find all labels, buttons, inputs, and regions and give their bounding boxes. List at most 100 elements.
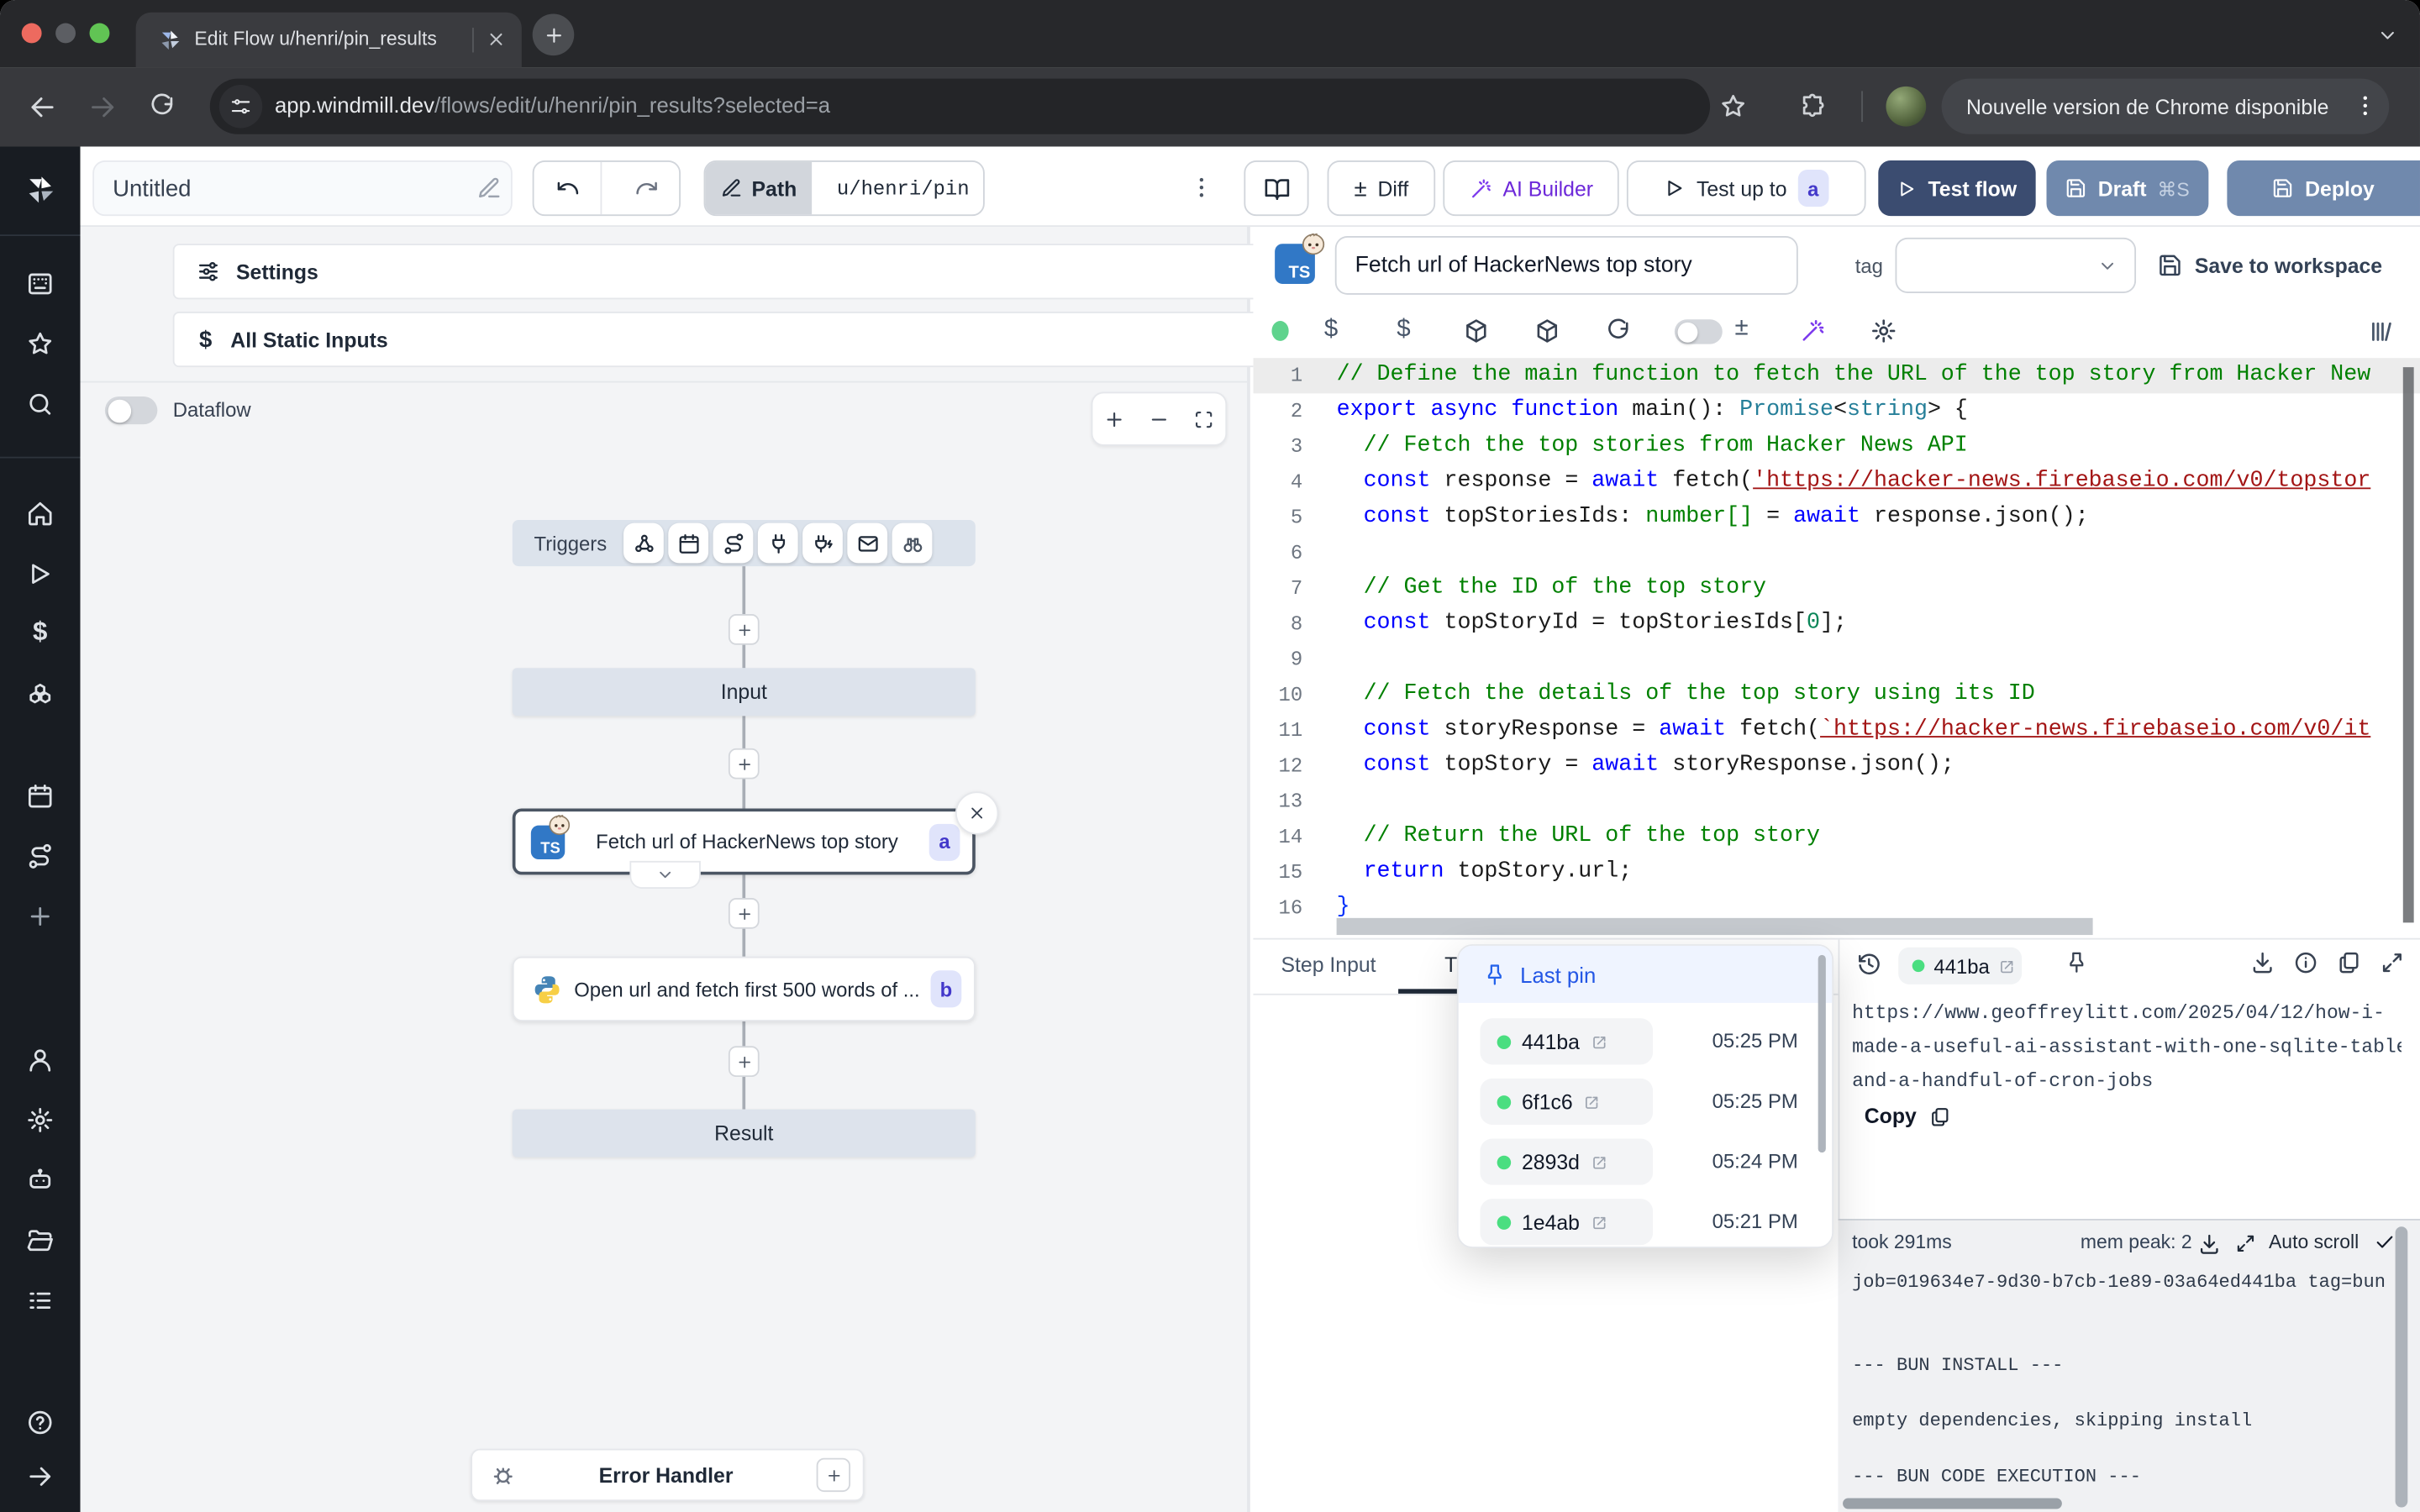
code-line[interactable]: 5 const topStoriesIds: number[] = await …	[1253, 500, 2420, 535]
code-line[interactable]: 11 const storyResponse = await fetch(`ht…	[1253, 713, 2420, 748]
avatar[interactable]	[1886, 87, 1926, 127]
code-line[interactable]: 6	[1253, 535, 2420, 570]
tag-select[interactable]	[1896, 238, 2137, 293]
add-step-button[interactable]	[729, 748, 760, 780]
ai-builder-button[interactable]: AI Builder	[1443, 160, 1618, 216]
sidebar-item-folders[interactable]	[26, 1226, 54, 1254]
traffic-zoom-button[interactable]	[90, 24, 110, 44]
kafka-trigger-icon[interactable]	[802, 523, 843, 564]
undo-button[interactable]	[534, 162, 602, 214]
flow-settings-button[interactable]: Settings	[173, 244, 1317, 299]
pin-id-badge[interactable]: 441ba	[1480, 1018, 1653, 1064]
result-info-icon[interactable]	[2293, 950, 2317, 974]
bookmark-star-icon[interactable]	[1719, 92, 1747, 120]
editor-vscrollbar[interactable]	[2403, 367, 2414, 922]
pin-dropdown-scrollbar[interactable]	[1818, 955, 1826, 1152]
code-line[interactable]: 12 const topStory = await storyResponse.…	[1253, 748, 2420, 784]
browser-menu-icon[interactable]	[2352, 92, 2378, 118]
add-error-handler-button[interactable]	[817, 1458, 850, 1492]
windmill-logo-icon[interactable]	[24, 173, 57, 207]
sidebar-item-settings[interactable]	[26, 1106, 54, 1134]
history-icon[interactable]	[1857, 952, 1881, 976]
expand-logs-icon[interactable]	[2235, 1233, 2257, 1255]
code-line[interactable]: 1// Define the main function to fetch th…	[1253, 358, 2420, 393]
code-editor[interactable]: 1// Define the main function to fetch th…	[1253, 358, 2420, 938]
resources-icon[interactable]: $	[1397, 317, 1410, 344]
tab-step-input[interactable]: Step Input	[1281, 953, 1376, 977]
download-logs-icon[interactable]	[2198, 1233, 2222, 1257]
site-settings-icon[interactable]	[230, 96, 252, 118]
remove-node-button[interactable]	[955, 791, 998, 834]
sidebar-item-workspace[interactable]	[26, 270, 54, 297]
http-route-trigger-icon[interactable]	[713, 523, 754, 564]
code-line[interactable]: 7 // Get the ID of the top story	[1253, 571, 2420, 606]
code-line[interactable]: 8 const topStoryId = topStoriesIds[0];	[1253, 606, 2420, 642]
flow-title-field[interactable]: Untitled	[92, 160, 513, 216]
back-icon[interactable]	[28, 92, 57, 122]
log-hscrollbar[interactable]	[1843, 1498, 2062, 1509]
tab-close-icon[interactable]	[487, 29, 507, 50]
save-to-workspace-button[interactable]: Save to workspace	[2158, 238, 2382, 293]
pin-item[interactable]: 6f1c605:25 PM	[1459, 1073, 1832, 1133]
tab-search-chevron-icon[interactable]	[2377, 24, 2399, 46]
pin-item[interactable]: 1e4ab05:21 PM	[1459, 1193, 1832, 1248]
pin-item[interactable]: 2893d05:24 PM	[1459, 1132, 1832, 1193]
add-step-button[interactable]	[729, 614, 760, 645]
poll-trigger-icon[interactable]	[892, 523, 933, 564]
sidebar-item-runs[interactable]	[26, 560, 54, 588]
open-pin-icon[interactable]	[1591, 1214, 1607, 1231]
draft-button[interactable]: Draft ⌘S	[2047, 160, 2209, 216]
code-line[interactable]: 15 return topStory.url;	[1253, 855, 2420, 890]
step-title-input[interactable]	[1335, 236, 1798, 295]
diff-editor-icon[interactable]: ±	[1734, 315, 1748, 343]
address-bar[interactable]: app.windmill.dev/flows/edit/u/henri/pin_…	[210, 79, 1710, 134]
code-line[interactable]: 2export async function main(): Promise<s…	[1253, 393, 2420, 428]
sidebar-item-logs[interactable]	[26, 1287, 54, 1315]
schedule-trigger-icon[interactable]	[668, 523, 708, 564]
reload-icon[interactable]	[148, 92, 176, 120]
variables-icon[interactable]: $	[1324, 317, 1338, 344]
forward-icon[interactable]	[88, 92, 118, 122]
autoscroll-check-icon[interactable]	[2374, 1231, 2396, 1253]
diff-button[interactable]: ±Diff	[1328, 160, 1436, 216]
websocket-trigger-icon[interactable]	[758, 523, 798, 564]
static-inputs-button[interactable]: $ All Static Inputs	[173, 312, 1317, 367]
sidebar-item-users[interactable]	[26, 1046, 54, 1074]
sidebar-item-resources[interactable]	[26, 682, 54, 710]
expand-result-icon[interactable]	[2380, 950, 2404, 974]
traffic-close-button[interactable]	[22, 24, 42, 44]
tab-test-this-step[interactable]: T	[1444, 953, 1457, 977]
open-job-icon[interactable]	[1999, 958, 2016, 974]
pin-id-badge[interactable]: 2893d	[1480, 1139, 1653, 1185]
input-node[interactable]: Input	[513, 668, 976, 716]
code-line[interactable]: 14 // Return the URL of the top story	[1253, 819, 2420, 854]
code-line[interactable]: 10 // Fetch the details of the top story…	[1253, 677, 2420, 712]
code-line[interactable]: 9	[1253, 642, 2420, 677]
package-icon[interactable]	[1463, 318, 1489, 344]
new-tab-button[interactable]	[533, 14, 575, 56]
zoom-out-icon[interactable]	[1148, 408, 1170, 430]
sidebar-item-variables[interactable]: $	[26, 617, 54, 645]
sidebar-item-favorites[interactable]	[26, 330, 54, 358]
sidebar-item-help[interactable]	[26, 1409, 54, 1436]
pin-item[interactable]: 441ba05:25 PM	[1459, 1012, 1832, 1073]
sidebar-item-routes[interactable]	[26, 843, 54, 870]
pin-id-badge[interactable]: 1e4ab	[1480, 1199, 1653, 1245]
editor-toggle[interactable]	[1675, 319, 1723, 344]
copy-result-icon[interactable]	[2337, 950, 2361, 974]
browser-tab[interactable]: Edit Flow u/henri/pin_results	[136, 13, 522, 68]
package-lock-icon[interactable]	[1534, 318, 1560, 344]
editor-hscrollbar[interactable]	[1337, 918, 2093, 935]
dataflow-toggle[interactable]	[105, 396, 157, 424]
download-result-icon[interactable]	[2250, 950, 2275, 974]
result-job-badge[interactable]: 441ba	[1898, 948, 2022, 984]
test-flow-button[interactable]: Test flow	[1878, 160, 2035, 216]
sidebar-collapse-icon[interactable]	[26, 1462, 54, 1490]
flow-node-b[interactable]: Open url and fetch first 500 words of ..…	[513, 957, 976, 1021]
ai-assist-icon[interactable]	[1800, 318, 1826, 344]
add-step-button[interactable]	[729, 898, 760, 929]
fit-view-icon[interactable]	[1192, 408, 1214, 430]
deploy-button[interactable]: Deploy	[2227, 160, 2420, 216]
copy-button[interactable]: Copy	[1865, 1105, 1950, 1128]
traffic-minimize-button[interactable]	[55, 24, 76, 44]
